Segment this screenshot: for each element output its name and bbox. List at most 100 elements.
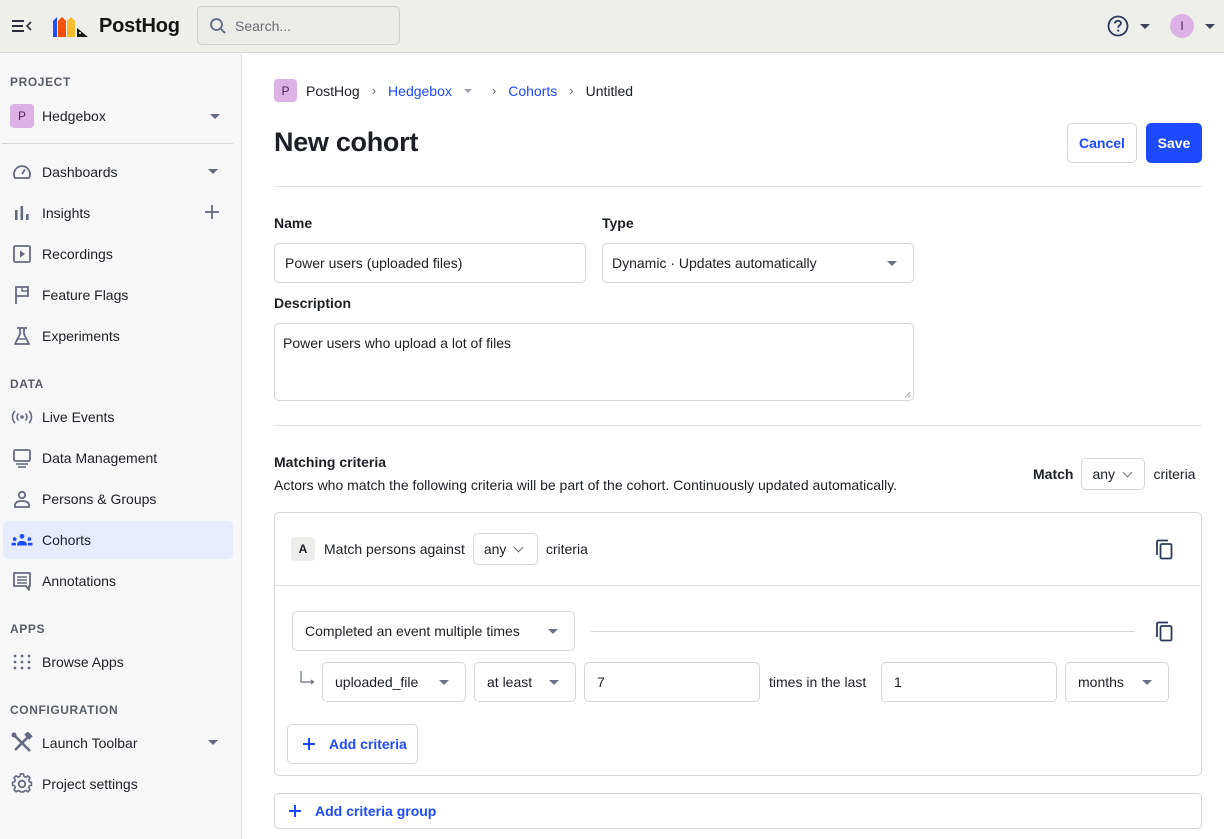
sidebar-item-label: Recordings bbox=[42, 246, 113, 262]
project-switcher[interactable]: P Hedgebox bbox=[10, 104, 232, 128]
help-button[interactable] bbox=[1107, 15, 1150, 37]
sidebar-item-launch-toolbar[interactable]: Launch Toolbar bbox=[3, 724, 233, 762]
flag-icon bbox=[11, 284, 33, 306]
duplicate-group-icon[interactable] bbox=[1155, 539, 1175, 561]
breadcrumb: P PostHog › Hedgebox › Cohorts › Untitle… bbox=[274, 79, 633, 102]
sidebar: PROJECT P Hedgebox Dashboards Insights R… bbox=[0, 54, 242, 839]
sidebar-item-cohorts[interactable]: Cohorts bbox=[3, 521, 233, 559]
sidebar-item-label: Project settings bbox=[42, 776, 138, 792]
chevron-down-icon bbox=[548, 629, 558, 634]
search-box[interactable] bbox=[197, 6, 400, 45]
menu-toggle-icon[interactable] bbox=[11, 16, 33, 36]
description-value: Power users who upload a lot of files bbox=[283, 335, 512, 351]
sidebar-item-persons-groups[interactable]: Persons & Groups bbox=[3, 480, 233, 518]
gear-icon bbox=[11, 773, 33, 795]
operator-select-value: at least bbox=[487, 674, 533, 690]
chevron-down-icon bbox=[210, 114, 220, 119]
operator-select[interactable]: at least bbox=[474, 662, 576, 702]
group-divider bbox=[275, 585, 1201, 586]
plus-icon bbox=[303, 738, 315, 750]
type-select[interactable]: Dynamic · Updates automatically bbox=[602, 243, 914, 283]
project-badge: P bbox=[10, 104, 34, 128]
person-icon bbox=[11, 488, 33, 510]
criterion-type-value: Completed an event multiple times bbox=[305, 623, 520, 639]
criterion-separator bbox=[591, 631, 1135, 632]
chevron-down-icon[interactable] bbox=[463, 88, 472, 93]
chevron-down-icon bbox=[1205, 23, 1215, 29]
apps-grid-icon bbox=[11, 651, 33, 673]
description-textarea[interactable]: Power users who upload a lot of files bbox=[274, 323, 914, 401]
sidebar-item-annotations[interactable]: Annotations bbox=[3, 562, 233, 600]
match-select[interactable]: any bbox=[1081, 458, 1146, 490]
group-header: A Match persons against any criteria bbox=[291, 533, 588, 565]
sidebar-item-label: Insights bbox=[42, 205, 91, 221]
chevron-down-icon bbox=[887, 261, 897, 266]
matching-criteria-description: Actors who match the following criteria … bbox=[274, 477, 898, 493]
breadcrumb-current: Untitled bbox=[585, 82, 634, 99]
event-select-value: uploaded_file bbox=[335, 674, 419, 690]
avatar: I bbox=[1170, 14, 1194, 38]
project-name: Hedgebox bbox=[42, 108, 106, 124]
group-suffix-text: criteria bbox=[545, 541, 588, 557]
group-match-value: any bbox=[483, 541, 507, 557]
count-input[interactable]: 7 bbox=[584, 662, 760, 702]
monitor-icon bbox=[11, 447, 33, 469]
sidebar-item-browse-apps[interactable]: Browse Apps bbox=[3, 643, 233, 681]
period-unit-select[interactable]: months bbox=[1065, 662, 1169, 702]
sidebar-item-label: Data Management bbox=[42, 450, 158, 466]
times-in-last-label: times in the last bbox=[769, 674, 867, 690]
plus-icon bbox=[289, 805, 301, 817]
period-value-input[interactable]: 1 bbox=[881, 662, 1057, 702]
broadcast-icon bbox=[11, 406, 33, 428]
sidebar-item-project-settings[interactable]: Project settings bbox=[3, 765, 233, 803]
duplicate-criterion-icon[interactable] bbox=[1155, 621, 1175, 643]
criteria-word: criteria bbox=[1153, 466, 1196, 482]
sidebar-item-insights[interactable]: Insights bbox=[3, 194, 233, 232]
name-input[interactable]: Power users (uploaded files) bbox=[274, 243, 586, 283]
name-label: Name bbox=[274, 215, 313, 231]
criterion-type-select[interactable]: Completed an event multiple times bbox=[292, 611, 575, 651]
annotation-icon bbox=[11, 570, 33, 592]
sidebar-item-label: Browse Apps bbox=[42, 654, 124, 670]
chevron-down-icon bbox=[549, 680, 559, 685]
breadcrumb-org[interactable]: PostHog bbox=[306, 83, 360, 99]
add-criteria-group-button[interactable]: Add criteria group bbox=[274, 793, 1202, 829]
sidebar-divider bbox=[2, 143, 233, 144]
sidebar-item-label: Dashboards bbox=[42, 164, 118, 180]
breadcrumb-cohorts[interactable]: Cohorts bbox=[508, 83, 557, 99]
add-criteria-label: Add criteria bbox=[329, 736, 407, 752]
breadcrumb-project[interactable]: Hedgebox bbox=[388, 83, 452, 99]
gauge-icon bbox=[11, 161, 33, 183]
sub-arrow-icon bbox=[300, 671, 315, 685]
help-icon bbox=[1107, 15, 1129, 37]
cancel-button[interactable]: Cancel bbox=[1067, 123, 1137, 163]
main-content: P PostHog › Hedgebox › Cohorts › Untitle… bbox=[242, 54, 1224, 839]
sidebar-item-feature-flags[interactable]: Feature Flags bbox=[3, 276, 233, 314]
chevron-down-icon[interactable] bbox=[208, 740, 218, 745]
plus-icon[interactable] bbox=[203, 203, 221, 221]
chevron-down-icon[interactable] bbox=[208, 169, 218, 174]
sidebar-item-recordings[interactable]: Recordings bbox=[3, 235, 233, 273]
sidebar-item-dashboards[interactable]: Dashboards bbox=[3, 153, 233, 191]
brand-name: PostHog bbox=[99, 15, 180, 37]
sidebar-item-data-management[interactable]: Data Management bbox=[3, 439, 233, 477]
chevron-down-icon bbox=[1122, 467, 1133, 477]
user-menu-button[interactable]: I bbox=[1170, 14, 1215, 38]
event-select[interactable]: uploaded_file bbox=[322, 662, 466, 702]
sidebar-item-experiments[interactable]: Experiments bbox=[3, 317, 233, 355]
section-title-configuration: CONFIGURATION bbox=[10, 703, 119, 717]
sidebar-item-label: Feature Flags bbox=[42, 287, 129, 303]
section-title-data: DATA bbox=[10, 377, 44, 391]
save-button[interactable]: Save bbox=[1146, 123, 1202, 163]
matching-criteria-title: Matching criteria bbox=[274, 454, 387, 470]
play-square-icon bbox=[11, 243, 33, 265]
sidebar-item-live-events[interactable]: Live Events bbox=[3, 398, 233, 436]
resize-handle-icon[interactable] bbox=[904, 391, 911, 398]
add-criteria-button[interactable]: Add criteria bbox=[287, 724, 418, 764]
posthog-logo[interactable]: PostHog bbox=[53, 15, 180, 38]
group-match-select[interactable]: any bbox=[472, 533, 538, 565]
match-select-value: any bbox=[1092, 466, 1116, 482]
sidebar-item-label: Annotations bbox=[42, 573, 116, 589]
breadcrumb-separator-icon: › bbox=[569, 83, 574, 98]
search-input[interactable] bbox=[235, 17, 385, 34]
